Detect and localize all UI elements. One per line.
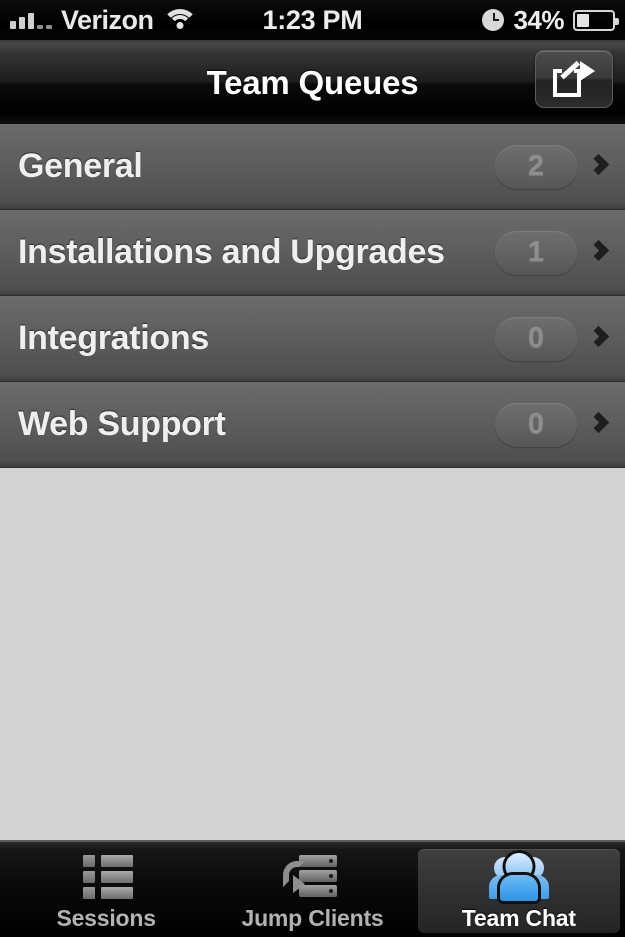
queue-count-value: 1	[527, 236, 545, 268]
share-icon	[553, 60, 595, 97]
chevron-right-icon	[589, 408, 609, 442]
server-arrow-icon	[281, 851, 343, 901]
page-title: Team Queues	[206, 64, 419, 101]
queue-count-badge: 1	[495, 230, 577, 275]
list-icon	[75, 851, 137, 901]
status-bar-left: Verizon	[0, 4, 198, 35]
tab-sessions[interactable]: Sessions	[5, 849, 207, 933]
queue-row-accessories: 0	[495, 382, 625, 467]
queue-list-container: General 2 Installations and Upgrades 1 I…	[0, 124, 625, 840]
battery-percent-label: 34%	[513, 4, 564, 35]
queue-row-general[interactable]: General 2	[0, 124, 625, 210]
navigation-bar: Team Queues	[0, 42, 625, 124]
tab-bar: Sessions Jump Clients Team Chat	[0, 840, 625, 937]
queue-count-value: 0	[527, 408, 545, 440]
chevron-right-icon	[589, 236, 609, 270]
queue-row-installations-and-upgrades[interactable]: Installations and Upgrades 1	[0, 210, 625, 296]
clock-icon	[482, 9, 505, 31]
queue-row-accessories: 1	[495, 210, 625, 295]
queue-count-badge: 2	[495, 144, 577, 189]
tab-team-chat[interactable]: Team Chat	[417, 849, 620, 933]
status-bar-right: 34%	[482, 5, 625, 36]
queue-row-web-support[interactable]: Web Support 0	[0, 382, 625, 468]
queue-row-accessories: 2	[495, 124, 625, 209]
queue-row-integrations[interactable]: Integrations 0	[0, 296, 625, 382]
share-button[interactable]	[535, 50, 613, 108]
carrier-label: Verizon	[61, 4, 154, 35]
battery-icon	[573, 9, 619, 31]
people-icon	[488, 851, 550, 901]
wifi-icon	[161, 9, 198, 31]
queue-count-value: 0	[527, 322, 545, 354]
status-bar: Verizon 1:23 PM 34%	[0, 0, 625, 42]
phone-screen: Verizon 1:23 PM 34% Team Queues General …	[0, 0, 625, 937]
queue-count-badge: 0	[495, 316, 577, 361]
queue-count-badge: 0	[495, 402, 577, 447]
tab-label: Sessions	[56, 904, 156, 931]
queue-row-accessories: 0	[495, 296, 625, 381]
chevron-right-icon	[589, 150, 609, 184]
tab-jump-clients[interactable]: Jump Clients	[211, 849, 413, 933]
queue-list: General 2 Installations and Upgrades 1 I…	[0, 124, 625, 468]
tab-label: Team Chat	[461, 904, 576, 931]
queue-count-value: 2	[527, 150, 545, 182]
chevron-right-icon	[589, 322, 609, 356]
tab-label: Jump Clients	[241, 904, 384, 931]
signal-bars-icon	[10, 11, 52, 29]
